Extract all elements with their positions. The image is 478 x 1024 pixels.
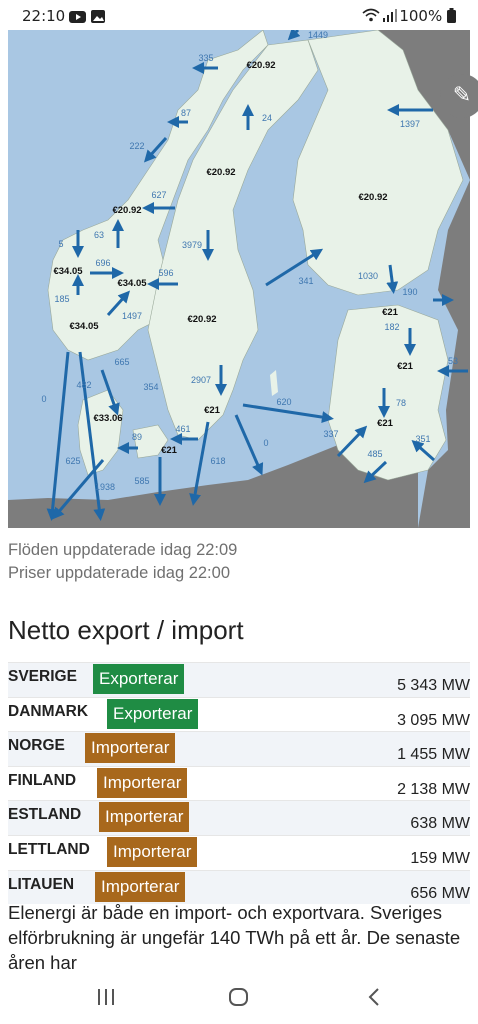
status-time: 22:10 <box>22 7 66 25</box>
prices-updated: Priser uppdaterade idag 22:00 <box>8 564 230 582</box>
flow-label: 2907 <box>191 375 211 385</box>
flow-label: 0 <box>41 394 46 404</box>
battery-icon <box>447 7 456 25</box>
flow-label: 354 <box>143 382 158 392</box>
status-bar: 22:10 100% <box>0 0 478 30</box>
flow-label: 1449 <box>308 30 328 40</box>
flow-label: 24 <box>262 113 272 123</box>
status-badge: Importerar <box>97 767 188 798</box>
flow-label: 585 <box>134 476 149 486</box>
net-export-table: SVERIGE Exporterar 5 343 MW DANMARK Expo… <box>8 662 470 905</box>
flow-label: 1938 <box>95 482 115 492</box>
mw-value: 1 455 MW <box>397 746 470 764</box>
status-badge: Importerar <box>99 802 190 833</box>
status-badge: Importerar <box>107 836 198 867</box>
price-label: €21 <box>161 445 178 456</box>
flow-label: 3979 <box>182 240 202 250</box>
mw-value: 2 138 MW <box>397 780 470 798</box>
mw-value: 159 MW <box>410 849 470 867</box>
recent-apps-icon[interactable] <box>95 986 117 1012</box>
flow-label: 190 <box>402 287 417 297</box>
country-name: LETTLAND <box>8 840 90 858</box>
youtube-icon <box>69 9 86 27</box>
flow-label: 627 <box>151 190 166 200</box>
intro-paragraph: Elenergi är både en import- och exportva… <box>8 902 461 972</box>
mw-value: 3 095 MW <box>397 711 470 729</box>
flow-label: 87 <box>181 108 191 118</box>
flow-label: 1497 <box>122 311 142 321</box>
country-name: DANMARK <box>8 702 89 720</box>
price-label: €20.92 <box>358 192 387 203</box>
flow-label: 696 <box>95 258 110 268</box>
navigation-bar <box>0 972 478 1024</box>
price-label: €20.92 <box>246 60 275 71</box>
flow-label: 665 <box>114 357 129 367</box>
section-title: Netto export / import <box>8 615 244 645</box>
flow-label: 182 <box>384 322 399 332</box>
status-badge: Importerar <box>95 871 186 902</box>
price-label: €20.92 <box>187 314 216 325</box>
flow-label: 89 <box>132 432 142 442</box>
price-label: €20.92 <box>206 167 235 178</box>
flow-label: 0 <box>263 438 268 448</box>
flow-map: €20.92 €20.92 €20.92 €20.92 €34.05 €34.0… <box>8 30 470 528</box>
flow-label: 63 <box>94 230 104 240</box>
home-icon[interactable] <box>228 986 250 1012</box>
mw-value: 5 343 MW <box>397 677 470 694</box>
flow-label: 620 <box>276 397 291 407</box>
battery-level: 100% <box>399 7 443 25</box>
table-row: DANMARK Exporterar 3 095 MW <box>8 696 470 732</box>
price-label: €33.06 <box>93 413 122 424</box>
table-row: ESTLAND Importerar 638 MW <box>8 800 470 835</box>
price-label: €34.05 <box>69 321 99 332</box>
flow-label: 185 <box>54 294 69 304</box>
gallery-icon <box>91 9 105 27</box>
status-badge: Exporterar <box>107 698 199 729</box>
flow-label: 78 <box>396 398 406 408</box>
wifi-icon <box>362 8 380 26</box>
status-right: 100% <box>399 7 456 25</box>
flow-label: 341 <box>298 276 313 286</box>
edit-button[interactable]: ✎ <box>440 74 478 118</box>
flow-label: 596 <box>158 268 173 278</box>
flow-label: 485 <box>367 449 382 459</box>
flow-label: 53 <box>448 356 458 366</box>
price-label: €21 <box>397 361 414 372</box>
update-info: Flöden uppdaterade idag 22:09 Priser upp… <box>8 539 237 585</box>
flows-updated: Flöden uppdaterade idag 22:09 <box>8 541 238 559</box>
flow-label: 461 <box>175 424 190 434</box>
country-name: FINLAND <box>8 771 77 789</box>
flow-label: 1030 <box>358 271 378 281</box>
flow-label: 1397 <box>400 119 420 129</box>
country-name: SVERIGE <box>8 668 77 685</box>
flow-label: 482 <box>76 380 91 390</box>
table-row: NORGE Importerar 1 455 MW <box>8 731 470 766</box>
price-label: €34.05 <box>117 278 147 289</box>
flow-label: 222 <box>129 141 144 151</box>
price-label: €34.05 <box>53 266 83 277</box>
flow-label: 618 <box>210 456 225 466</box>
price-label: €20.92 <box>112 205 141 216</box>
flow-label: 5 <box>58 239 63 249</box>
status-badge: Importerar <box>85 733 176 764</box>
country-name: NORGE <box>8 737 65 755</box>
table-row: SVERIGE Exporterar 5 343 MW <box>8 662 470 697</box>
signal-icon <box>382 8 398 26</box>
flow-label: 351 <box>415 434 430 444</box>
price-label: €21 <box>377 418 394 429</box>
table-row: LETTLAND Importerar 159 MW <box>8 834 470 870</box>
flow-label: 625 <box>65 456 80 466</box>
pencil-icon: ✎ <box>452 83 472 108</box>
flow-label: 337 <box>323 429 338 439</box>
back-icon[interactable] <box>364 986 386 1012</box>
country-name: LITAUEN <box>8 875 75 893</box>
price-label: €21 <box>382 307 399 318</box>
mw-value: 638 MW <box>410 815 470 833</box>
table-row: LITAUEN Importerar 656 MW <box>8 869 470 905</box>
country-name: ESTLAND <box>8 806 82 824</box>
price-label: €21 <box>204 405 221 416</box>
flow-label: 335 <box>198 53 213 63</box>
status-badge: Exporterar <box>93 664 185 694</box>
table-row: FINLAND Importerar 2 138 MW <box>8 765 470 801</box>
